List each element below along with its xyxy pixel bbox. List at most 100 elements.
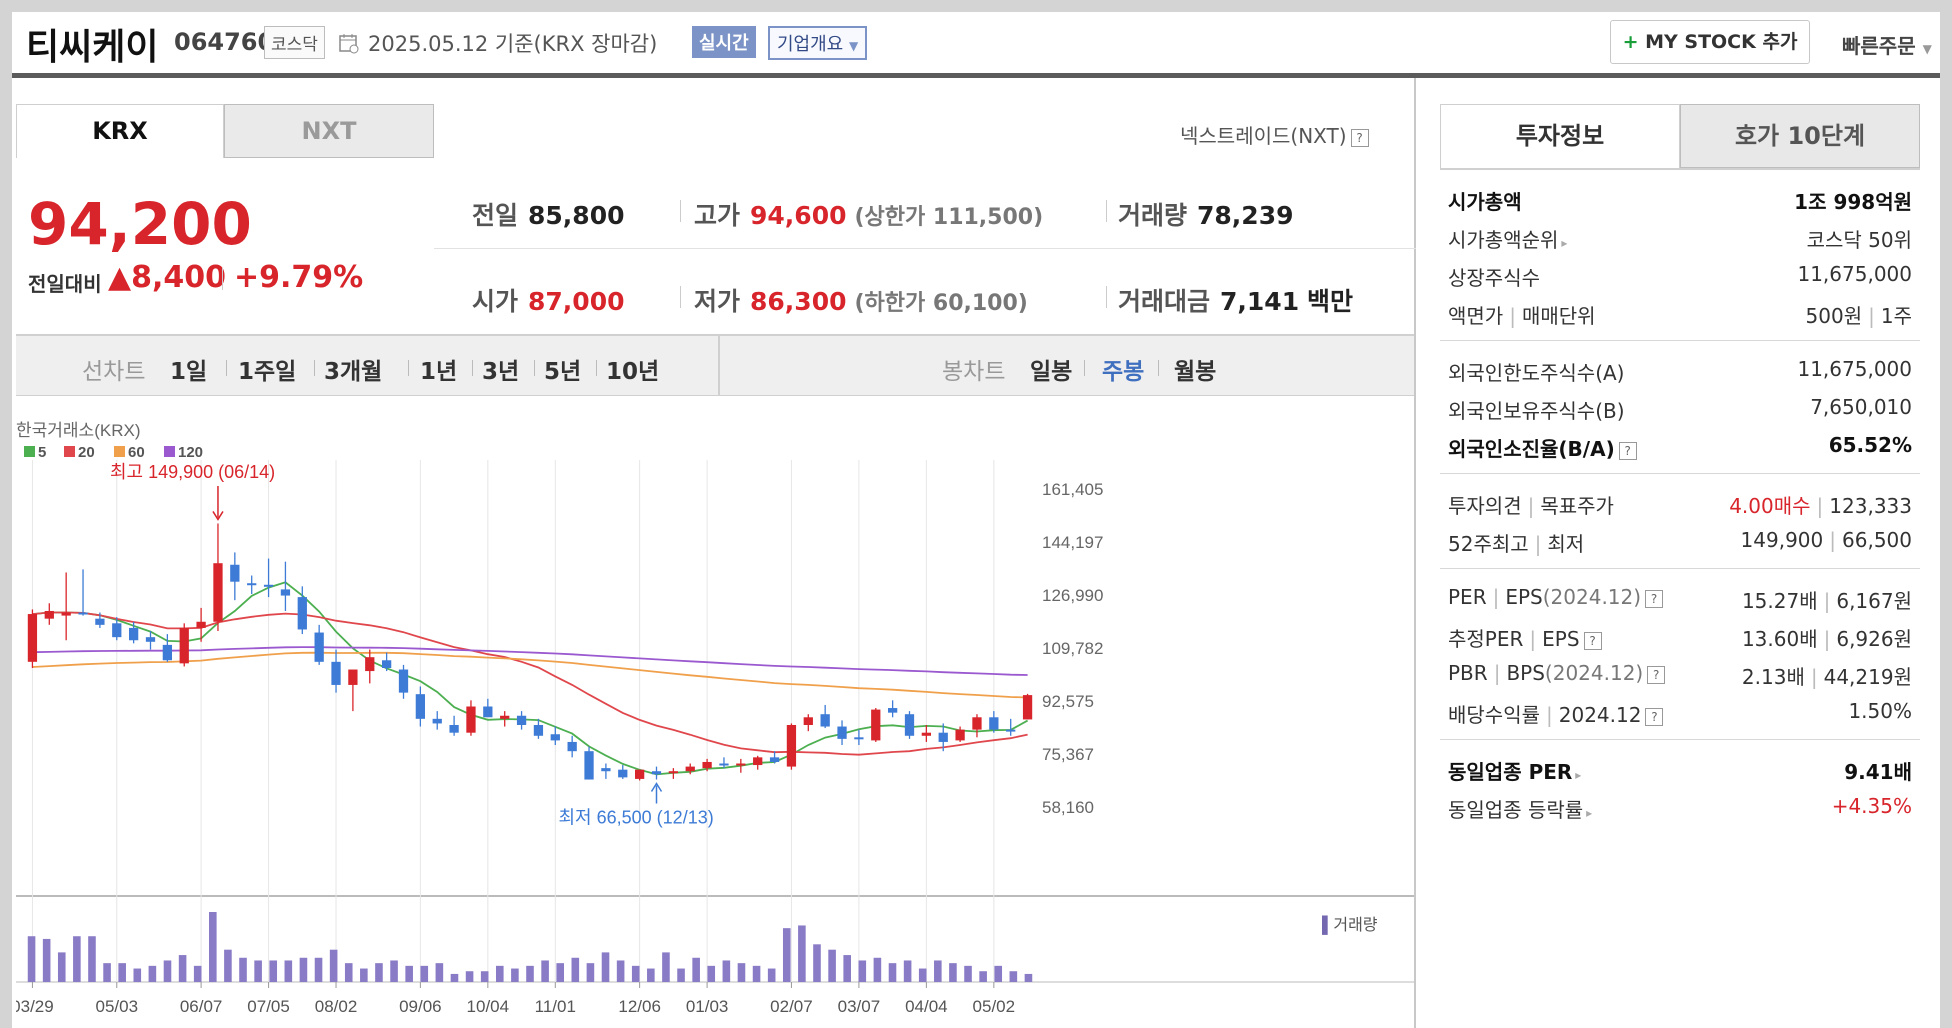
candle-body [381,660,392,668]
y-tick-label: 126,990 [1042,586,1103,605]
volume-bar [828,949,836,982]
period-10y[interactable]: 10년 [606,352,659,386]
stock-code: 064760 [174,28,275,56]
calendar-icon [338,32,360,58]
tab-krx[interactable]: KRX [16,104,224,158]
volume-bar [57,952,66,982]
divider [596,360,597,376]
volume-bar [949,963,957,982]
candle-body [44,610,54,619]
stat-amount-unit: 백만 [1307,287,1354,316]
candle-body [634,769,645,779]
volume-bar [88,936,96,982]
label-period: (2024.12) [1542,585,1642,609]
help-icon[interactable]: ? [1647,665,1666,684]
corp-overview-dropdown[interactable]: 기업개요 ▼ [768,26,868,60]
chevron-right-icon[interactable]: ▸ [1586,806,1592,820]
value-text: +4.35% [1831,794,1912,818]
candle-body [719,763,729,766]
label-text: PBR [1448,661,1488,685]
volume-bar [465,971,474,982]
x-tick-label: 09/06 [399,997,442,1016]
price-chart[interactable]: 한국거래소(KRX) 5 20 60 120 161,405 144,197 126,99… [16,416,1414,1028]
volume-bar [798,925,806,982]
period-3y[interactable]: 3년 [482,352,519,386]
divider: | [1509,304,1516,328]
volume-bar [586,963,595,982]
label-text: EPS [1505,585,1543,609]
volume-bar [888,963,897,982]
x-tick-label: 08/02 [315,997,358,1016]
label-text: 액면가 [1448,304,1504,328]
quick-order-button[interactable]: 빠른주문 ▼ [1842,30,1932,59]
tab-invest-info[interactable]: 투자정보 [1440,104,1680,168]
candle-body [1022,695,1033,720]
invest-row-value: 코스닥 50위 [1807,224,1912,253]
period-3m[interactable]: 3개월 [324,352,382,386]
y-axis: 161,405 144,197 126,990 109,782 92,575 75,367… [1042,480,1103,817]
tab-nxt[interactable]: NXT [224,104,434,158]
invest-row-value: +4.35% [1832,794,1912,818]
period-daily[interactable]: 일봉 [1030,352,1072,386]
help-icon[interactable]: ? [1645,589,1664,608]
volume-bar [193,965,202,982]
volume-bar [254,960,262,982]
period-weekly[interactable]: 주봉 [1102,352,1144,386]
invest-row-label: PBR | BPS(2024.12)? [1448,661,1666,685]
candle-body [398,669,409,693]
candle-body [314,632,324,662]
divider: | [1546,703,1553,727]
volume-bar [767,968,776,982]
help-icon[interactable]: ? [1645,707,1664,726]
tab-orderbook[interactable]: 호가 10단계 [1680,104,1920,168]
chevron-right-icon[interactable]: ▸ [1575,768,1581,782]
help-icon[interactable]: ? [1583,631,1602,650]
candle-body [955,729,965,741]
volume-bar [148,965,157,982]
divider [226,360,227,376]
candle-body [938,732,948,742]
label-text: 동일업종 등락률 [1448,798,1584,822]
divider: | [1868,304,1875,328]
divider [1106,286,1107,308]
period-monthly[interactable]: 월봉 [1174,352,1216,386]
candle-body [213,563,223,622]
period-1d[interactable]: 1일 [170,352,207,386]
invest-row-value: 7,650,010 [1810,395,1912,419]
invest-info-panel: 시가총액 1조 998억원 시가총액순위 ▸ 코스닥 50위 상장주식수 11,675,00… [1440,168,1920,834]
candle-body [989,717,999,730]
volume-bar [541,960,549,982]
add-mystock-button[interactable]: + MY STOCK 추가 [1610,20,1810,64]
volume-bar [299,957,308,982]
realtime-button[interactable]: 실시간 [692,26,756,58]
x-axis: 03/29 05/03 06/07 07/05 08/02 09/06 10/04 11/01… [16,982,1015,1016]
divider [534,360,535,376]
volume-bar [994,965,1003,982]
volume-bar [329,949,338,982]
ma-legend-swatch [24,446,35,457]
period-1w[interactable]: 1주일 [238,352,296,386]
upper-limit: (상한가 111,500) [854,205,1044,230]
value-text: 1조 998억원 [1794,190,1912,214]
help-icon[interactable]: ? [1618,441,1637,460]
high-annotation: 최고 149,900 (06/14) [110,462,275,482]
invest-row-value: 149,900 | 66,500 [1741,528,1912,552]
y-tick-label: 92,575 [1042,692,1094,711]
volume-bar [269,960,278,982]
ma-legend: 5 20 60 120 [24,444,203,461]
nxt-link[interactable]: 넥스트레이드(NXT)? [1180,120,1369,149]
quick-order-label: 빠른주문 [1842,34,1916,58]
value-text: 4.00매수 [1729,494,1811,518]
chart-grid [31,460,995,982]
low-annotation: 최저 66,500 (12/13) [559,808,714,828]
candle-body [297,597,307,630]
help-icon[interactable]: ? [1350,128,1369,147]
panel-divider [1414,78,1416,1028]
chevron-right-icon[interactable]: ▸ [1561,236,1567,250]
stat-low-label: 저가 [694,287,741,316]
volume-bar [616,960,625,982]
period-5y[interactable]: 5년 [544,352,581,386]
candle-body [803,717,813,725]
period-1y[interactable]: 1년 [420,352,457,386]
candle-body [27,614,38,662]
